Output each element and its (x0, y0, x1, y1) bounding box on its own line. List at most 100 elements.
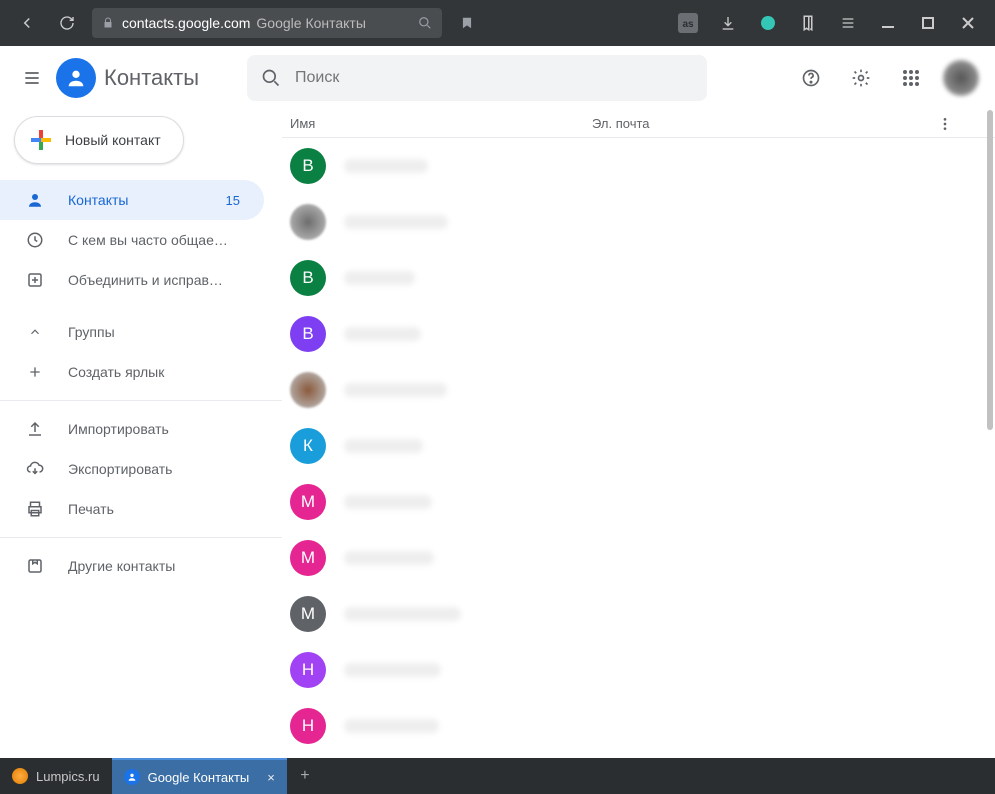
contact-row[interactable]: В (282, 250, 995, 306)
contact-avatar: К (290, 428, 326, 464)
contact-avatar: В (290, 316, 326, 352)
contact-avatar: М (290, 596, 326, 632)
contact-row[interactable] (282, 362, 995, 418)
archive-icon (24, 557, 46, 575)
browser-tab[interactable]: Lumpics.ru (0, 758, 112, 794)
downloads-icon[interactable] (709, 4, 747, 42)
sidebar-create-text: Создать ярлык (68, 364, 240, 380)
browser-tab-active[interactable]: Google Контакты × (112, 758, 287, 794)
sidebar-item-label: Печать (68, 501, 240, 517)
window-minimize[interactable] (869, 4, 907, 42)
sidebar-export[interactable]: Экспортировать (0, 449, 264, 489)
url-title: Google Контакты (256, 15, 366, 31)
page-content: Контакты Новый контакт Контакты 15 (0, 46, 995, 758)
contact-name-redacted (344, 159, 428, 173)
sidebar: Новый контакт Контакты 15 С кем вы часто… (0, 110, 282, 758)
sidebar-import[interactable]: Импортировать (0, 409, 264, 449)
contact-name-redacted (344, 215, 448, 229)
contact-name-redacted (344, 327, 421, 341)
sidebar-item-label: Экспортировать (68, 461, 240, 477)
back-button[interactable] (8, 4, 46, 42)
sidebar-item-merge[interactable]: Объединить и исправ… (0, 260, 264, 300)
address-bar[interactable]: contacts.google.com Google Контакты (92, 8, 442, 38)
contact-avatar (290, 372, 326, 408)
menu-icon[interactable] (829, 4, 867, 42)
favicon-icon (12, 768, 28, 784)
contact-row[interactable]: М (282, 474, 995, 530)
contact-avatar: М (290, 484, 326, 520)
bookmarks-icon[interactable] (789, 4, 827, 42)
search-box[interactable] (247, 55, 707, 101)
main-panel: Имя Эл. почта ВВВКМММНН (282, 110, 995, 758)
tab-close-icon[interactable]: × (267, 770, 275, 785)
contact-row[interactable]: Н (282, 642, 995, 698)
sidebar-item-label: Объединить и исправ… (68, 272, 240, 288)
plus-small-icon (24, 364, 46, 380)
tab-label: Lumpics.ru (36, 769, 100, 784)
account-avatar[interactable] (943, 60, 979, 96)
merge-icon (24, 271, 46, 289)
contact-name-redacted (344, 663, 441, 677)
reload-button[interactable] (48, 4, 86, 42)
contact-avatar: В (290, 260, 326, 296)
ext-lastfm-icon[interactable]: as (669, 4, 707, 42)
sidebar-item-label: Импортировать (68, 421, 240, 437)
search-input[interactable] (295, 69, 693, 87)
chevron-up-icon (24, 325, 46, 339)
contact-name-redacted (344, 271, 415, 285)
ext-circle-icon[interactable] (749, 4, 787, 42)
browser-toolbar: contacts.google.com Google Контакты as (0, 0, 995, 46)
sidebar-create-label[interactable]: Создать ярлык (0, 352, 264, 392)
list-more-button[interactable] (927, 116, 963, 132)
bookmark-icon[interactable] (448, 4, 486, 42)
sidebar-groups-toggle[interactable]: Группы (0, 312, 264, 352)
lock-icon (102, 17, 114, 29)
col-email-header: Эл. почта (592, 116, 927, 131)
contact-avatar: М (290, 540, 326, 576)
contact-avatar: Н (290, 708, 326, 744)
contact-row[interactable]: В (282, 306, 995, 362)
window-maximize[interactable] (909, 4, 947, 42)
new-contact-label: Новый контакт (65, 132, 161, 148)
addr-search-icon[interactable] (418, 16, 432, 30)
contact-avatar: Н (290, 652, 326, 688)
tab-strip: Lumpics.ru Google Контакты × + (0, 758, 995, 794)
sidebar-groups-label: Группы (68, 324, 240, 340)
search-icon (261, 68, 281, 88)
col-name-header: Имя (282, 116, 592, 131)
sidebar-other-contacts[interactable]: Другие контакты (0, 546, 264, 586)
new-tab-button[interactable]: + (287, 758, 323, 794)
history-icon (24, 231, 46, 249)
contact-row[interactable]: М (282, 586, 995, 642)
tab-label: Google Контакты (148, 770, 250, 785)
main-menu-button[interactable] (8, 54, 56, 102)
sidebar-item-frequent[interactable]: С кем вы часто общае… (0, 220, 264, 260)
scrollbar[interactable] (987, 110, 993, 430)
plus-icon (29, 128, 53, 152)
contact-row[interactable]: В (282, 138, 995, 194)
contact-name-redacted (344, 383, 447, 397)
sidebar-item-label: Контакты (68, 192, 226, 208)
apps-button[interactable] (887, 54, 935, 102)
settings-button[interactable] (837, 54, 885, 102)
help-button[interactable] (787, 54, 835, 102)
contact-row[interactable]: К (282, 418, 995, 474)
sidebar-print[interactable]: Печать (0, 489, 264, 529)
contacts-logo-icon (56, 58, 96, 98)
favicon-icon (124, 769, 140, 785)
sidebar-item-label: Другие контакты (68, 558, 240, 574)
contact-name-redacted (344, 607, 461, 621)
contact-row[interactable] (282, 194, 995, 250)
contact-row[interactable]: М (282, 530, 995, 586)
sidebar-item-label: С кем вы часто общае… (68, 232, 240, 248)
sidebar-item-contacts[interactable]: Контакты 15 (0, 180, 264, 220)
new-contact-button[interactable]: Новый контакт (14, 116, 184, 164)
contact-list: ВВВКМММНН (282, 138, 995, 754)
person-icon (24, 191, 46, 209)
url-host: contacts.google.com (122, 15, 250, 31)
contact-name-redacted (344, 495, 432, 509)
sidebar-separator (0, 537, 282, 538)
window-close[interactable] (949, 4, 987, 42)
contact-row[interactable]: Н (282, 698, 995, 754)
contact-name-redacted (344, 719, 439, 733)
